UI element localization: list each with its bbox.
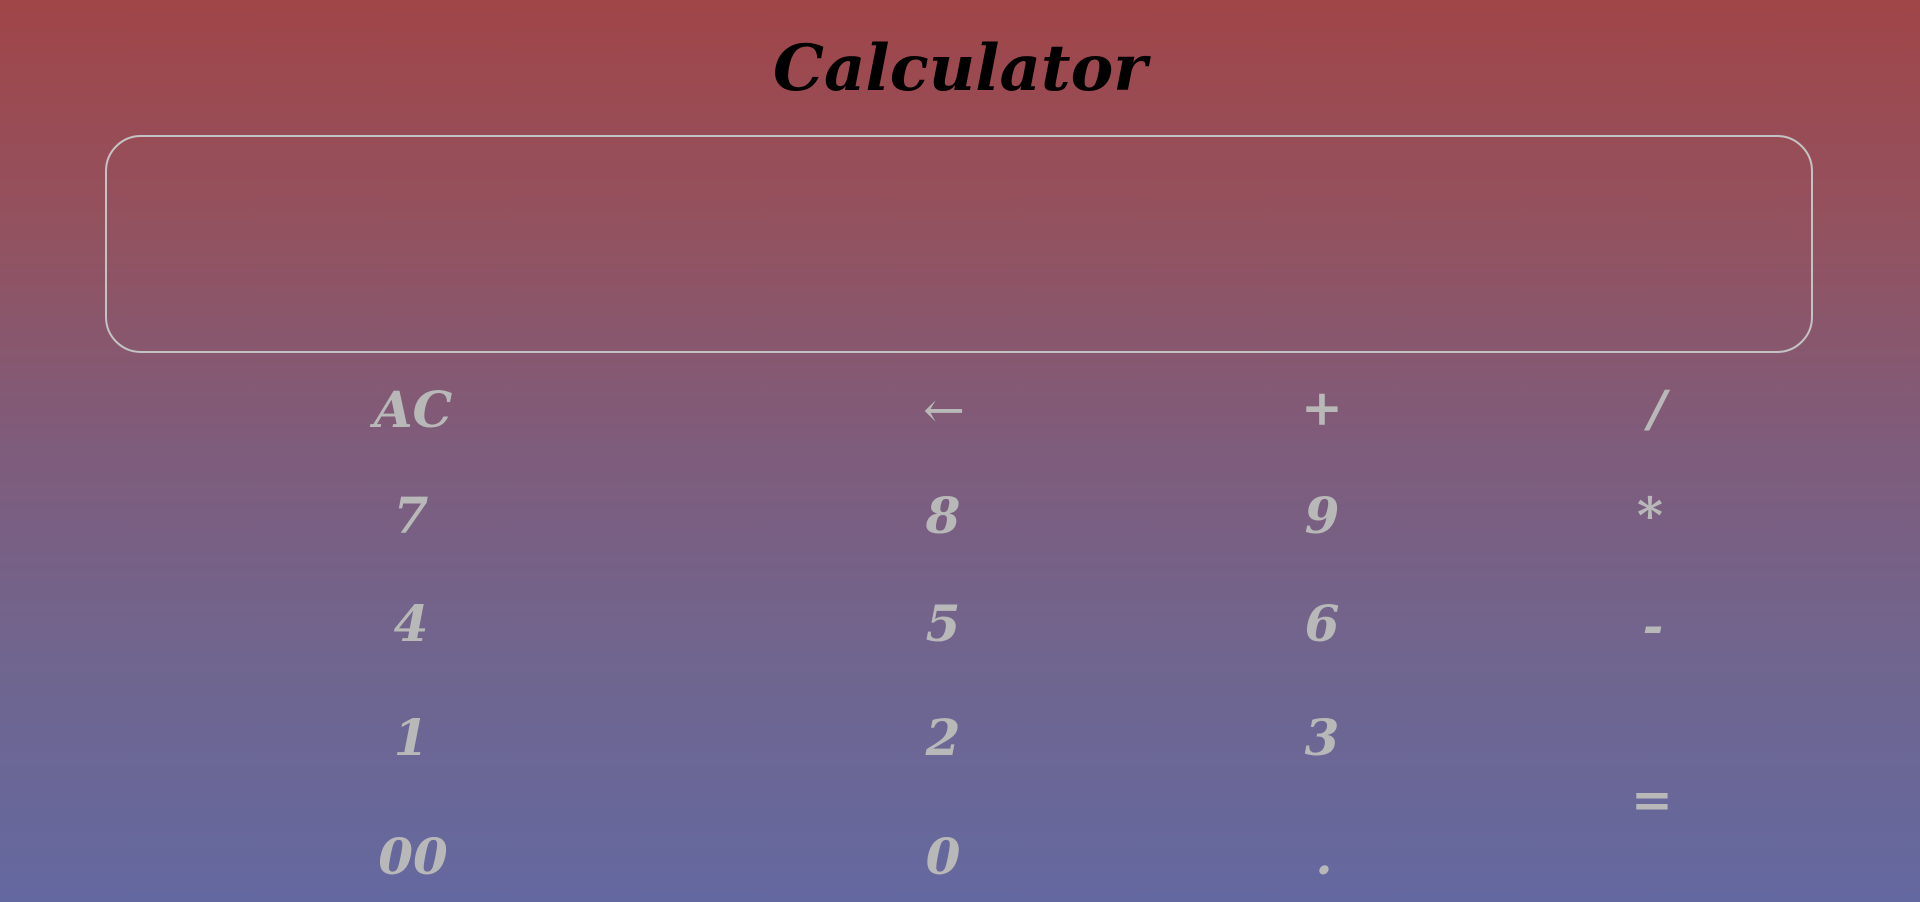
five-button[interactable]: 5 [926,599,961,649]
divide-button[interactable]: / [1648,384,1666,434]
three-button[interactable]: 3 [1305,713,1340,763]
decimal-point-button[interactable]: . [1315,832,1332,882]
backspace-button[interactable]: ← [923,385,965,435]
minus-button[interactable]: - [1643,601,1664,651]
plus-button[interactable]: + [1301,383,1343,433]
six-button[interactable]: 6 [1305,599,1340,649]
eight-button[interactable]: 8 [926,491,961,541]
seven-button[interactable]: 7 [394,491,429,541]
all-clear-button[interactable]: AC [374,385,453,435]
equals-button[interactable]: = [1631,775,1673,825]
multiply-button[interactable]: * [1637,491,1663,541]
nine-button[interactable]: 9 [1305,491,1340,541]
double-zero-button[interactable]: 00 [378,832,448,882]
one-button[interactable]: 1 [394,713,429,763]
app-title: Calculator [773,31,1147,106]
zero-button[interactable]: 0 [926,832,961,882]
four-button[interactable]: 4 [394,599,429,649]
calculator-display[interactable] [105,135,1813,353]
two-button[interactable]: 2 [926,713,961,763]
